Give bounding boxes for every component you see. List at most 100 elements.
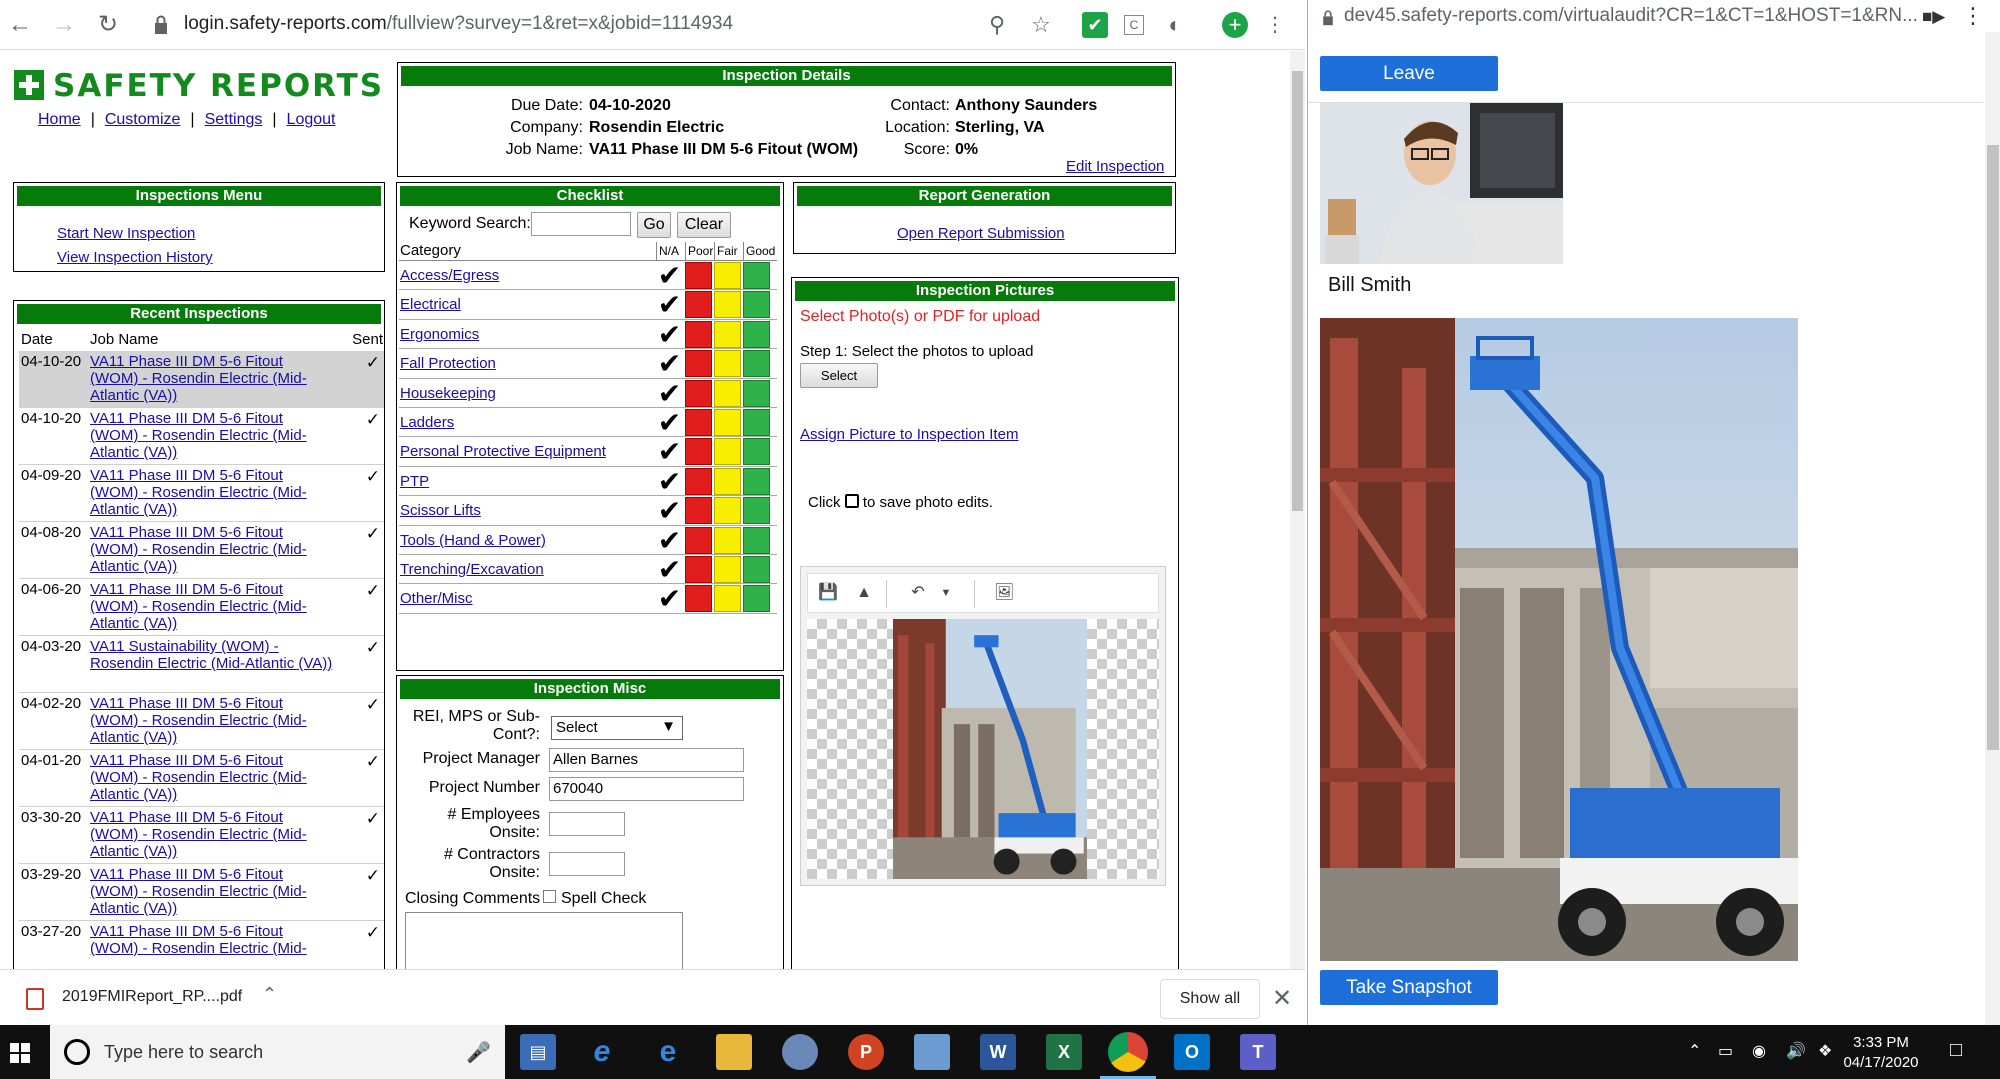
browser-menu-icon[interactable]: ⋮	[1262, 12, 1288, 38]
extension-c-icon[interactable]: C	[1124, 15, 1144, 35]
undo-dropdown-icon[interactable]: ▼	[936, 584, 956, 602]
checklist-category-link[interactable]: Tools (Hand & Power)	[400, 532, 546, 549]
volume-icon[interactable]: 🔊	[1786, 1041, 1806, 1061]
poor-rating-cell[interactable]	[685, 350, 712, 378]
na-rating-cell[interactable]: ✔	[656, 585, 683, 613]
dropbox-icon[interactable]: ❖	[1818, 1041, 1832, 1061]
teams-icon[interactable]: T	[1240, 1034, 1276, 1070]
poor-rating-cell[interactable]	[685, 438, 712, 466]
checklist-category-link[interactable]: PTP	[400, 473, 429, 490]
photo-canvas[interactable]	[807, 619, 1159, 879]
fair-rating-cell[interactable]	[714, 291, 741, 319]
word-icon[interactable]: W	[980, 1034, 1016, 1070]
powerpoint-icon[interactable]: P	[848, 1034, 884, 1070]
download-file-name[interactable]: 2019FMIReport_RP....pdf	[62, 988, 242, 1006]
file-explorer-icon[interactable]	[716, 1034, 752, 1070]
recent-inspection-link[interactable]: VA11 Phase III DM 5-6 Fitout (WOM) - Ros…	[90, 524, 335, 575]
checklist-category-link[interactable]: Other/Misc	[400, 590, 473, 607]
fair-rating-cell[interactable]	[714, 438, 741, 466]
good-rating-cell[interactable]	[743, 526, 770, 554]
page-scrollbar[interactable]	[1290, 51, 1305, 969]
edit-inspection-link[interactable]: Edit Inspection	[1066, 158, 1164, 175]
scrollbar-thumb[interactable]	[1987, 145, 1999, 750]
recent-inspection-link[interactable]: VA11 Phase III DM 5-6 Fitout (WOM) - Ros…	[90, 752, 335, 803]
task-view-icon[interactable]: ▤	[520, 1034, 556, 1070]
good-rating-cell[interactable]	[743, 585, 770, 613]
recent-inspection-row[interactable]: 04-09-20 VA11 Phase III DM 5-6 Fitout (WO…	[19, 465, 384, 522]
project-number-input[interactable]: 670040	[549, 777, 744, 801]
open-report-submission-link[interactable]: Open Report Submission	[897, 225, 1065, 242]
assign-picture-link[interactable]: Assign Picture to Inspection Item	[800, 426, 1018, 443]
paint-icon[interactable]	[782, 1034, 818, 1070]
employees-onsite-input[interactable]	[549, 812, 625, 836]
checklist-category-link[interactable]: Fall Protection	[400, 355, 496, 372]
save-icon[interactable]: 💾	[818, 584, 838, 602]
good-rating-cell[interactable]	[743, 379, 770, 407]
notifications-icon[interactable]: □	[1950, 1039, 1962, 1062]
checklist-category-link[interactable]: Ergonomics	[400, 326, 479, 343]
close-icon[interactable]: ✕	[1272, 984, 1292, 1013]
right-scrollbar[interactable]	[1985, 32, 2000, 1025]
clear-button[interactable]: Clear	[677, 212, 731, 238]
na-rating-cell[interactable]: ✔	[656, 408, 683, 436]
closing-comments-textarea[interactable]	[405, 912, 683, 969]
recent-inspection-row[interactable]: 03-29-20 VA11 Phase III DM 5-6 Fitout (WO…	[19, 864, 384, 921]
recent-inspection-link[interactable]: VA11 Phase III DM 5-6 Fitout (WOM) - Ros…	[90, 923, 335, 957]
edge-icon[interactable]: e	[650, 1034, 686, 1070]
poor-rating-cell[interactable]	[685, 291, 712, 319]
extension-check-icon[interactable]: ✔	[1082, 12, 1108, 38]
fair-rating-cell[interactable]	[714, 262, 741, 289]
taskbar-search[interactable]: Type here to search 🎤	[50, 1025, 505, 1079]
take-snapshot-button[interactable]: Take Snapshot	[1320, 970, 1498, 1005]
wifi-icon[interactable]: ◉	[1752, 1041, 1766, 1061]
scrollbar-thumb[interactable]	[1292, 71, 1303, 511]
poor-rating-cell[interactable]	[685, 262, 712, 289]
recent-inspection-row[interactable]: 04-08-20 VA11 Phase III DM 5-6 Fitout (WO…	[19, 522, 384, 579]
chrome-icon[interactable]	[1108, 1032, 1148, 1072]
right-address-url[interactable]: dev45.safety-reports.com/virtualaudit?CR…	[1344, 5, 1918, 27]
recent-inspection-row[interactable]: 03-27-20 VA11 Phase III DM 5-6 Fitout (WO…	[19, 921, 384, 969]
recent-inspection-row[interactable]: 04-01-20 VA11 Phase III DM 5-6 Fitout (WO…	[19, 750, 384, 807]
na-rating-cell[interactable]: ✔	[656, 350, 683, 378]
chevron-up-icon[interactable]: ⌃	[262, 984, 277, 1005]
fair-rating-cell[interactable]	[714, 320, 741, 348]
poor-rating-cell[interactable]	[685, 497, 712, 525]
poor-rating-cell[interactable]	[685, 467, 712, 495]
spell-check-checkbox[interactable]	[543, 890, 556, 903]
fair-rating-cell[interactable]	[714, 585, 741, 613]
na-rating-cell[interactable]: ✔	[656, 320, 683, 348]
project-manager-input[interactable]: Allen Barnes	[549, 748, 744, 772]
checklist-category-link[interactable]: Access/Egress	[400, 267, 499, 284]
recent-inspection-link[interactable]: VA11 Phase III DM 5-6 Fitout (WOM) - Ros…	[90, 809, 335, 860]
recent-inspection-link[interactable]: VA11 Sustainability (WOM) - Rosendin Ele…	[90, 638, 335, 672]
recent-inspection-row[interactable]: 04-10-20 VA11 Phase III DM 5-6 Fitout (WO…	[19, 351, 384, 408]
more-menu-icon[interactable]: ⋮	[1962, 3, 1984, 29]
poor-rating-cell[interactable]	[685, 555, 712, 583]
start-new-inspection-link[interactable]: Start New Inspection	[57, 225, 195, 242]
extension-plus-icon[interactable]: +	[1222, 12, 1248, 38]
na-rating-cell[interactable]: ✔	[656, 291, 683, 319]
zoom-icon[interactable]: ⚲	[984, 12, 1010, 38]
checklist-category-link[interactable]: Personal Protective Equipment	[400, 443, 606, 460]
forward-icon[interactable]: →	[50, 11, 78, 39]
rei-select[interactable]: Select ▼	[551, 716, 683, 740]
good-rating-cell[interactable]	[743, 291, 770, 319]
poor-rating-cell[interactable]	[685, 585, 712, 613]
fair-rating-cell[interactable]	[714, 408, 741, 436]
recent-inspection-link[interactable]: VA11 Phase III DM 5-6 Fitout (WOM) - Ros…	[90, 695, 335, 746]
reload-icon[interactable]: ↻	[94, 11, 122, 39]
fair-rating-cell[interactable]	[714, 555, 741, 583]
good-rating-cell[interactable]	[743, 555, 770, 583]
na-rating-cell[interactable]: ✔	[656, 497, 683, 525]
fair-rating-cell[interactable]	[714, 526, 741, 554]
poor-rating-cell[interactable]	[685, 526, 712, 554]
notes-icon[interactable]	[914, 1034, 950, 1070]
system-clock[interactable]: 3:33 PM 04/17/2020	[1840, 1033, 1922, 1073]
back-icon[interactable]: ←	[6, 11, 34, 39]
keyword-search-input[interactable]	[531, 212, 631, 236]
microphone-icon[interactable]: 🎤	[466, 1040, 491, 1065]
start-button[interactable]	[0, 1025, 50, 1079]
na-rating-cell[interactable]: ✔	[656, 526, 683, 554]
bookmark-star-icon[interactable]: ☆	[1028, 12, 1054, 38]
battery-icon[interactable]: ▭	[1718, 1041, 1733, 1061]
